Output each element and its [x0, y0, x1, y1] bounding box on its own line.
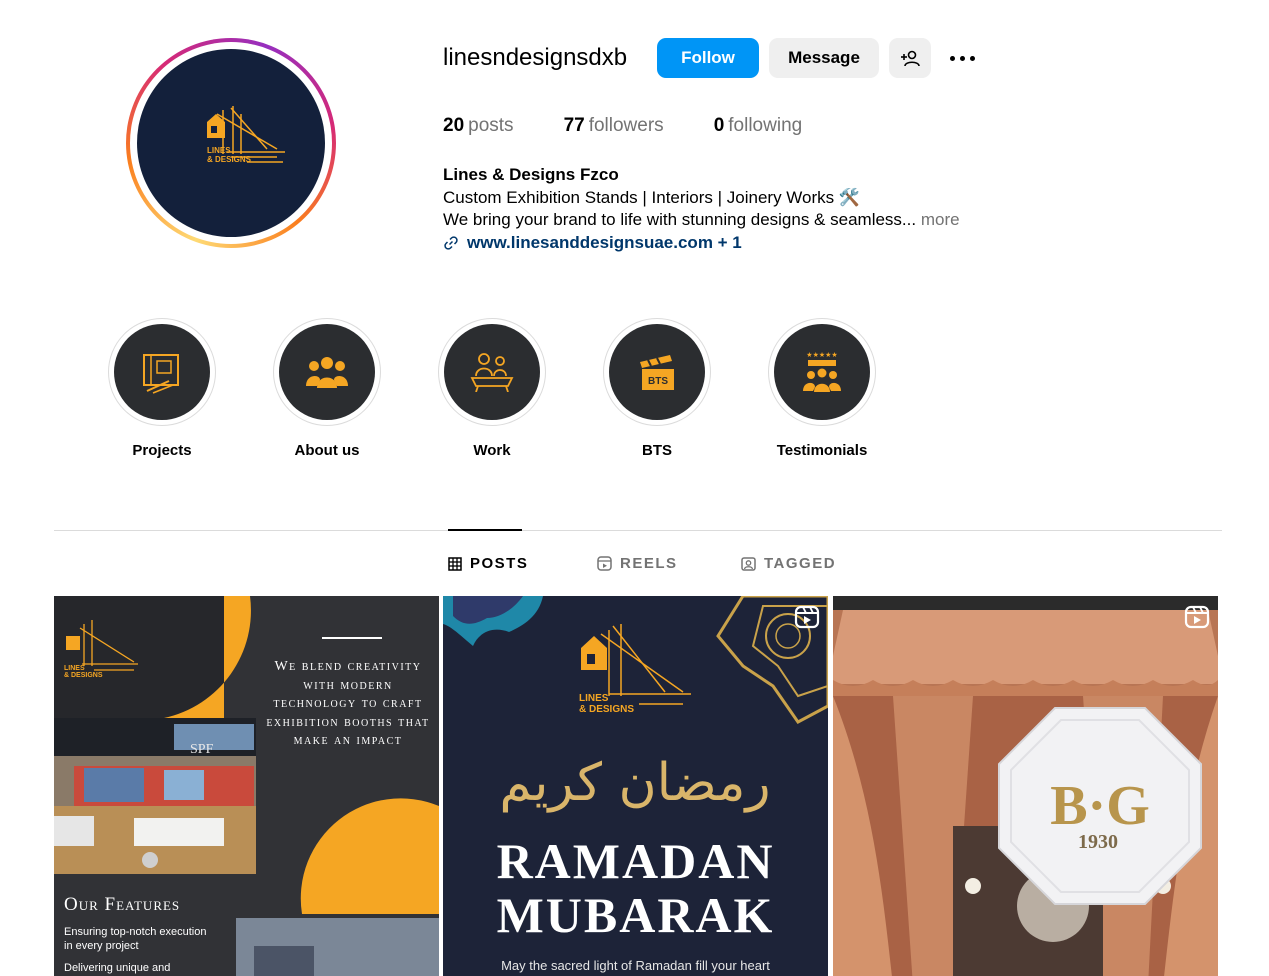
- post-1-booth-brand: SPF: [190, 742, 214, 757]
- highlight-work[interactable]: Work: [437, 318, 547, 459]
- post-tile-3[interactable]: B·G 1930: [833, 596, 1218, 976]
- following-label: following: [728, 115, 803, 136]
- tab-tagged[interactable]: TAGGED: [741, 555, 836, 572]
- tab-label: REELS: [620, 555, 678, 572]
- profile-username: linesndesignsdxb: [443, 44, 628, 71]
- profile-avatar[interactable]: LINES & DESIGNS: [137, 49, 325, 237]
- reel-indicator-icon: [1184, 605, 1210, 629]
- posts-count: 20: [443, 115, 465, 136]
- followers-label: followers: [588, 115, 664, 136]
- clapperboard-icon: BTS: [640, 355, 674, 390]
- highlight-label: Projects: [132, 442, 192, 459]
- highlight-cover: [114, 324, 210, 420]
- post-3-sign-text: B·G: [1050, 775, 1150, 837]
- logo-text-1: LINES: [207, 146, 231, 155]
- highlight-ring: ★★★★★: [768, 318, 876, 426]
- tagged-icon: [741, 557, 756, 571]
- post-tile-1[interactable]: LINES & DESIGNS SPF We blend creativity …: [54, 596, 439, 976]
- post-tile-2[interactable]: LINES & DESIGNS رمضان كريم RAMADAN MUBAR…: [443, 596, 828, 976]
- posts-stat: 20 posts: [443, 115, 514, 137]
- highlight-projects[interactable]: Projects: [107, 318, 217, 459]
- post-2-caption: May the sacred light of Ramadan fill you…: [501, 958, 770, 973]
- reels-icon: [597, 556, 612, 571]
- more-options-button[interactable]: [943, 38, 981, 78]
- highlight-ring: [108, 318, 216, 426]
- post-2-title: RAMADAN MUBARAK: [443, 834, 828, 942]
- tab-label: TAGGED: [764, 555, 837, 572]
- bio-line-1: Custom Exhibition Stands | Interiors | J…: [443, 187, 861, 207]
- message-button[interactable]: Message: [769, 38, 879, 78]
- highlight-label: Testimonials: [776, 442, 868, 459]
- highlight-ring: [438, 318, 546, 426]
- profile-full-name: Lines & Designs Fzco: [443, 165, 619, 184]
- svg-text:BTS: BTS: [648, 376, 668, 387]
- rating-people-icon: ★★★★★: [803, 351, 841, 392]
- highlight-cover: [279, 324, 375, 420]
- suggest-similar-button[interactable]: [889, 38, 931, 78]
- highlight-ring: [273, 318, 381, 426]
- grid-icon: [448, 556, 462, 571]
- highlight-ring: BTS: [603, 318, 711, 426]
- highlight-testimonials[interactable]: ★★★★★ Testimonials: [767, 318, 877, 459]
- highlight-cover: ★★★★★: [774, 324, 870, 420]
- highlight-label: Work: [473, 442, 511, 459]
- tab-posts[interactable]: POSTS: [448, 555, 528, 572]
- reel-indicator-icon: [794, 605, 820, 629]
- post-2-title-line-2: MUBARAK: [496, 887, 775, 943]
- highlight-label: About us: [294, 442, 360, 459]
- highlight-cover: [444, 324, 540, 420]
- post-1-feature-2: Delivering unique and: [64, 962, 171, 974]
- highlight-cover: BTS: [609, 324, 705, 420]
- profile-stats: 20 posts 77 followers 0 following: [443, 115, 852, 137]
- more-dot-icon: [959, 55, 965, 61]
- highlight-label: BTS: [642, 442, 672, 459]
- post-3-artwork: B·G 1930: [833, 596, 1218, 976]
- following-count: 0: [713, 115, 725, 136]
- tab-reels[interactable]: REELS: [597, 555, 678, 572]
- post-1-artwork: LINES & DESIGNS SPF: [54, 596, 439, 976]
- tab-label: POSTS: [470, 555, 529, 572]
- add-user-icon: [901, 50, 920, 67]
- logo-text-2: & DESIGNS: [207, 155, 252, 164]
- tabs-divider: [54, 530, 1222, 531]
- link-icon: [444, 236, 458, 250]
- post-1-logo-text-1: LINES: [64, 665, 85, 672]
- following-stat[interactable]: 0 following: [714, 115, 803, 137]
- profile-avatar-ring[interactable]: LINES & DESIGNS: [126, 38, 336, 248]
- posts-label: posts: [468, 115, 514, 136]
- followers-count: 77: [563, 115, 585, 136]
- post-2-title-line-1: RAMADAN: [496, 833, 775, 889]
- post-1-tagline: We blend creativity with modern technolo…: [266, 659, 430, 748]
- post-2-logo-text-2: & DESIGNS: [579, 704, 634, 715]
- post-3-sign-year: 1930: [1078, 831, 1118, 853]
- post-1-feature-1: Ensuring top-notch execution in every pr…: [64, 926, 207, 952]
- post-2-logo-text-1: LINES: [579, 693, 609, 704]
- team-icon: [306, 357, 348, 388]
- profile-bio: Lines & Designs Fzco Custom Exhibition S…: [443, 164, 960, 254]
- bio-more-link[interactable]: more: [921, 210, 960, 229]
- svg-text:★★★★★: ★★★★★: [806, 351, 837, 359]
- bio-website-link[interactable]: www.linesanddesignsuae.com + 1: [443, 232, 960, 255]
- followers-stat[interactable]: 77 followers: [564, 115, 664, 137]
- highlight-bts[interactable]: BTS BTS: [602, 318, 712, 459]
- highlight-about-us[interactable]: About us: [272, 318, 382, 459]
- post-1-features-title: Our Features: [64, 894, 181, 915]
- follow-button[interactable]: Follow: [657, 38, 759, 78]
- bio-line-2-text: We bring your brand to life with stunnin…: [443, 210, 921, 229]
- blueprint-icon: [143, 354, 179, 394]
- bio-line-2: We bring your brand to life with stunnin…: [443, 209, 960, 232]
- post-2-arabic-greeting: رمضان كريم: [499, 753, 770, 813]
- more-dot-icon: [949, 55, 955, 61]
- website-url: www.linesanddesignsuae.com + 1: [467, 232, 742, 252]
- meeting-icon: [470, 353, 514, 392]
- lines-designs-logo-icon: LINES & DESIGNS: [207, 106, 285, 164]
- active-tab-indicator: [448, 529, 522, 531]
- post-1-logo-text-2: & DESIGNS: [64, 672, 103, 679]
- more-dot-icon: [969, 55, 975, 61]
